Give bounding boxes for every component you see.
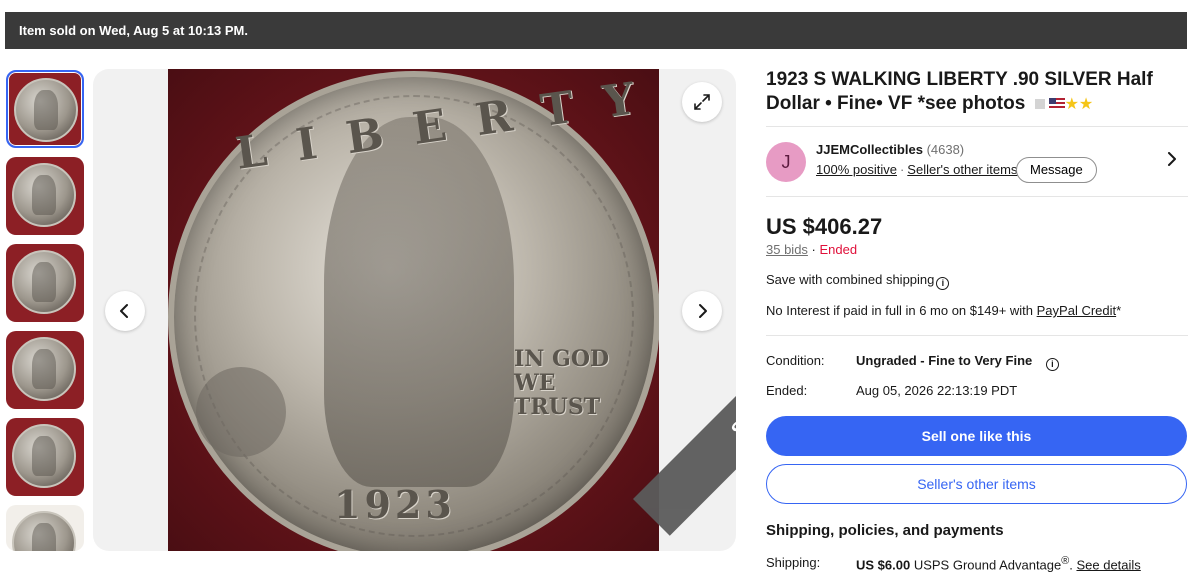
- divider: [766, 196, 1188, 197]
- thumbnail-2[interactable]: [6, 157, 84, 235]
- seller-card: J JJEMCollectibles (4638) 100% positive ·…: [766, 142, 1188, 183]
- shipping-amount: US $6.00: [856, 557, 911, 573]
- see-details-link[interactable]: See details: [1076, 557, 1140, 572]
- coin-liberty-figure: [324, 117, 514, 487]
- item-price: US $406.27: [766, 214, 883, 239]
- condition-text: Ungraded - Fine to Very Fine: [856, 353, 1033, 368]
- sell-one-like-this-button[interactable]: Sell one like this: [766, 416, 1187, 456]
- chevron-left-icon: [120, 304, 128, 318]
- main-coin-photo[interactable]: LIBERTY IN GOD WE TRUST 1923: [168, 69, 659, 551]
- bids-status: 35 bids · Ended: [766, 242, 857, 257]
- coin-sun-motif: [196, 367, 286, 457]
- coin-image: LIBERTY IN GOD WE TRUST 1923: [168, 69, 659, 551]
- paypal-asterisk: *: [1116, 303, 1122, 318]
- condition-value: Ungraded - Fine to Very Fine i: [856, 353, 1059, 371]
- thumbnail-5[interactable]: [6, 418, 84, 496]
- condition-label: Condition:: [766, 353, 825, 368]
- info-icon[interactable]: i: [936, 277, 950, 290]
- message-button[interactable]: Message: [1016, 157, 1097, 183]
- previous-image-button[interactable]: [105, 291, 145, 331]
- thumbnail-3[interactable]: [6, 244, 84, 322]
- shipping-service: USPS Ground Advantage: [910, 557, 1062, 573]
- coin-year: 1923: [334, 482, 456, 527]
- seller-other-items-link[interactable]: Seller's other items: [907, 162, 1017, 177]
- coin-thumbnail-image: [12, 511, 76, 551]
- bids-link[interactable]: 35 bids: [766, 242, 808, 257]
- avatar[interactable]: J: [766, 142, 806, 182]
- divider: [766, 126, 1188, 127]
- combined-shipping: Save with combined shipping i: [766, 272, 950, 290]
- sold-banner: Item sold on Wed, Aug 5 at 10:13 PM.: [5, 12, 1187, 49]
- combined-shipping-text: Save with combined shipping: [766, 272, 935, 287]
- thumbnail-1[interactable]: [6, 70, 84, 148]
- ended-value: Aug 05, 2026 22:13:19 PDT: [856, 383, 1018, 398]
- shipping-value: US $6.00 USPS Ground Advantage®. See det…: [856, 555, 1141, 572]
- chevron-right-icon: [699, 304, 707, 318]
- coin-thumbnail-image: [14, 78, 78, 142]
- paypal-credit-offer: No Interest if paid in full in 6 mo on $…: [766, 303, 1121, 318]
- item-title: 1923 S WALKING LIBERTY .90 SILVER Half D…: [766, 68, 1188, 117]
- coin-motto: IN GOD WE TRUST: [514, 346, 610, 420]
- main-image-gallery: LIBERTY IN GOD WE TRUST 1923 SOLD: [93, 69, 736, 551]
- divider: [766, 335, 1188, 336]
- info-icon[interactable]: i: [1045, 358, 1059, 371]
- expand-icon: [694, 94, 710, 110]
- paypal-text: No Interest if paid in full in 6 mo on $…: [766, 303, 1037, 318]
- item-summary: 1923 S WALKING LIBERTY .90 SILVER Half D…: [766, 68, 1188, 117]
- feedback-count: (4638): [926, 142, 965, 157]
- thumbnail-4[interactable]: [6, 331, 84, 409]
- thumbnail-6[interactable]: [6, 505, 84, 551]
- ended-label: Ended:: [766, 383, 808, 398]
- seller-other-items-button[interactable]: Seller's other items: [766, 464, 1187, 504]
- status-badge: Ended: [819, 242, 858, 257]
- chevron-right-icon: [1168, 152, 1176, 166]
- shipping-section-heading: Shipping, policies, and payments: [766, 522, 1004, 539]
- seller-links: 100% positive·Seller's other items·: [816, 162, 1028, 177]
- seller-name[interactable]: JJEMCollectibles: [816, 142, 923, 157]
- star-icon: ★: [1064, 96, 1079, 113]
- positive-feedback-link[interactable]: 100% positive: [816, 162, 897, 177]
- us-flag-icon: [1048, 98, 1065, 110]
- coin-thumbnail-image: [12, 250, 76, 314]
- gray-square-icon: [1034, 98, 1045, 109]
- star-icon: ★: [1078, 96, 1094, 113]
- item-title-text: 1923 S WALKING LIBERTY .90 SILVER Half D…: [766, 69, 1153, 114]
- expand-button[interactable]: [682, 82, 722, 122]
- next-image-button[interactable]: [682, 291, 722, 331]
- coin-thumbnail-image: [12, 424, 76, 488]
- coin-thumbnail-image: [12, 163, 76, 227]
- separator: ·: [807, 242, 820, 257]
- coin-thumbnail-image: [12, 337, 76, 401]
- shipping-label: Shipping:: [766, 555, 821, 570]
- seller-details-button[interactable]: [1166, 150, 1178, 171]
- separator: ·: [899, 162, 905, 177]
- seller-name-line: JJEMCollectibles (4638): [816, 142, 964, 157]
- paypal-credit-link[interactable]: PayPal Credit: [1037, 303, 1116, 318]
